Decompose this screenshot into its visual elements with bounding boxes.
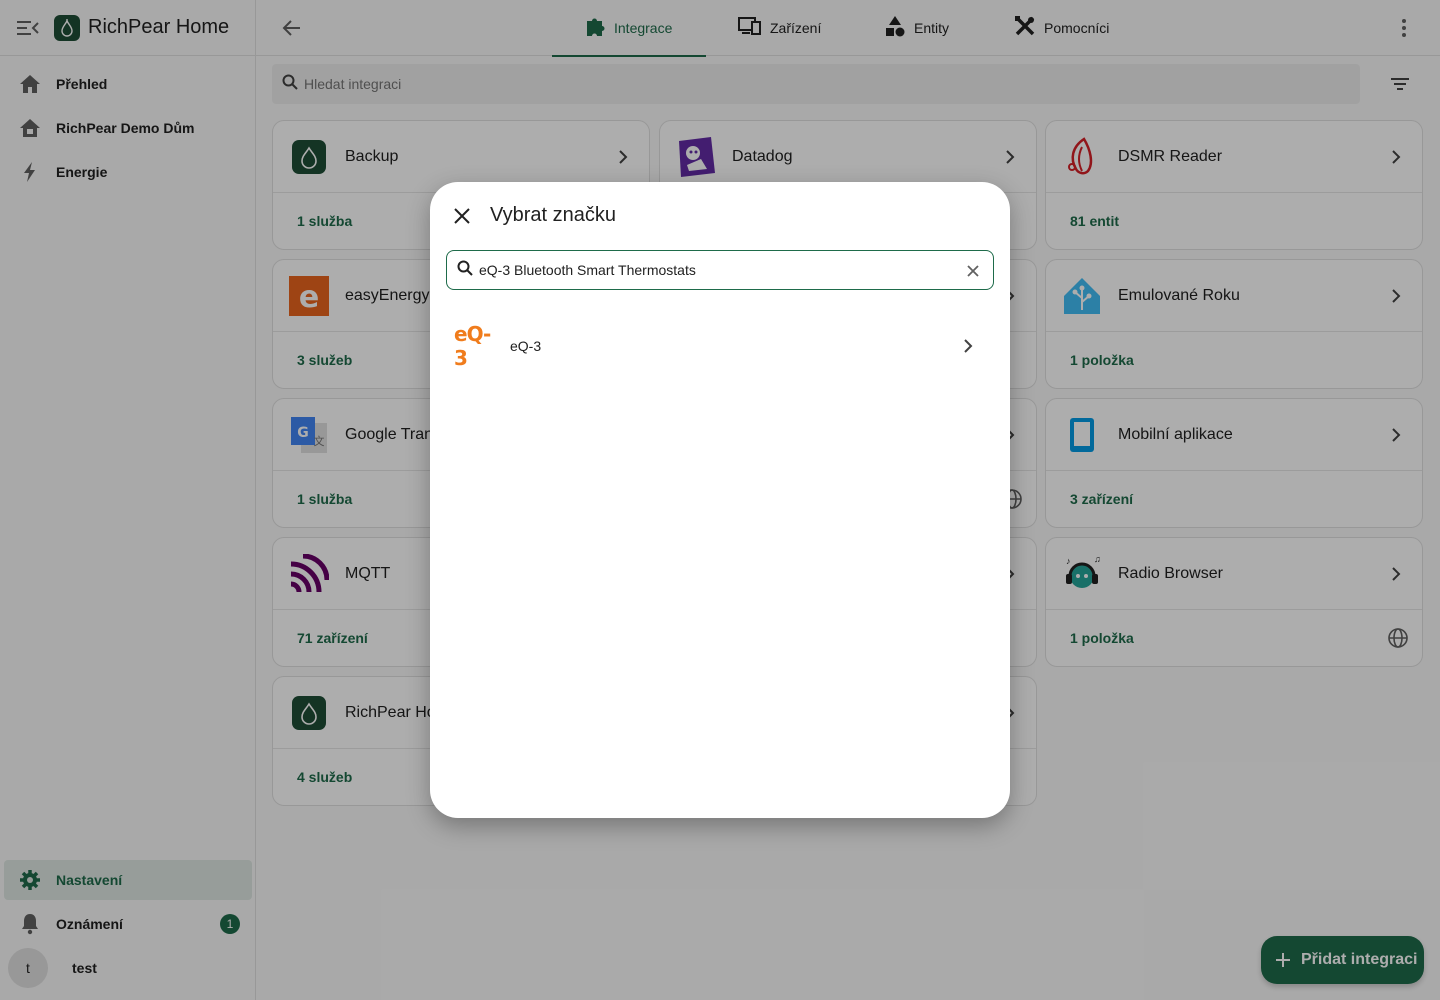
close-icon[interactable] bbox=[450, 204, 474, 228]
brand-list-item-eq3[interactable]: eQ-3 eQ-3 bbox=[430, 322, 1010, 370]
clear-icon[interactable] bbox=[963, 261, 983, 281]
dialog-title: Vybrat značku bbox=[490, 204, 616, 226]
search-icon bbox=[457, 260, 473, 281]
brand-search-input[interactable] bbox=[479, 262, 939, 278]
select-brand-dialog: Vybrat značku eQ-3 eQ-3 bbox=[430, 182, 1010, 818]
brand-name: eQ-3 bbox=[510, 338, 542, 354]
chevron-right-icon bbox=[956, 334, 980, 358]
brand-search-field[interactable] bbox=[446, 250, 994, 290]
eq3-logo-icon: eQ-3 bbox=[454, 322, 491, 370]
